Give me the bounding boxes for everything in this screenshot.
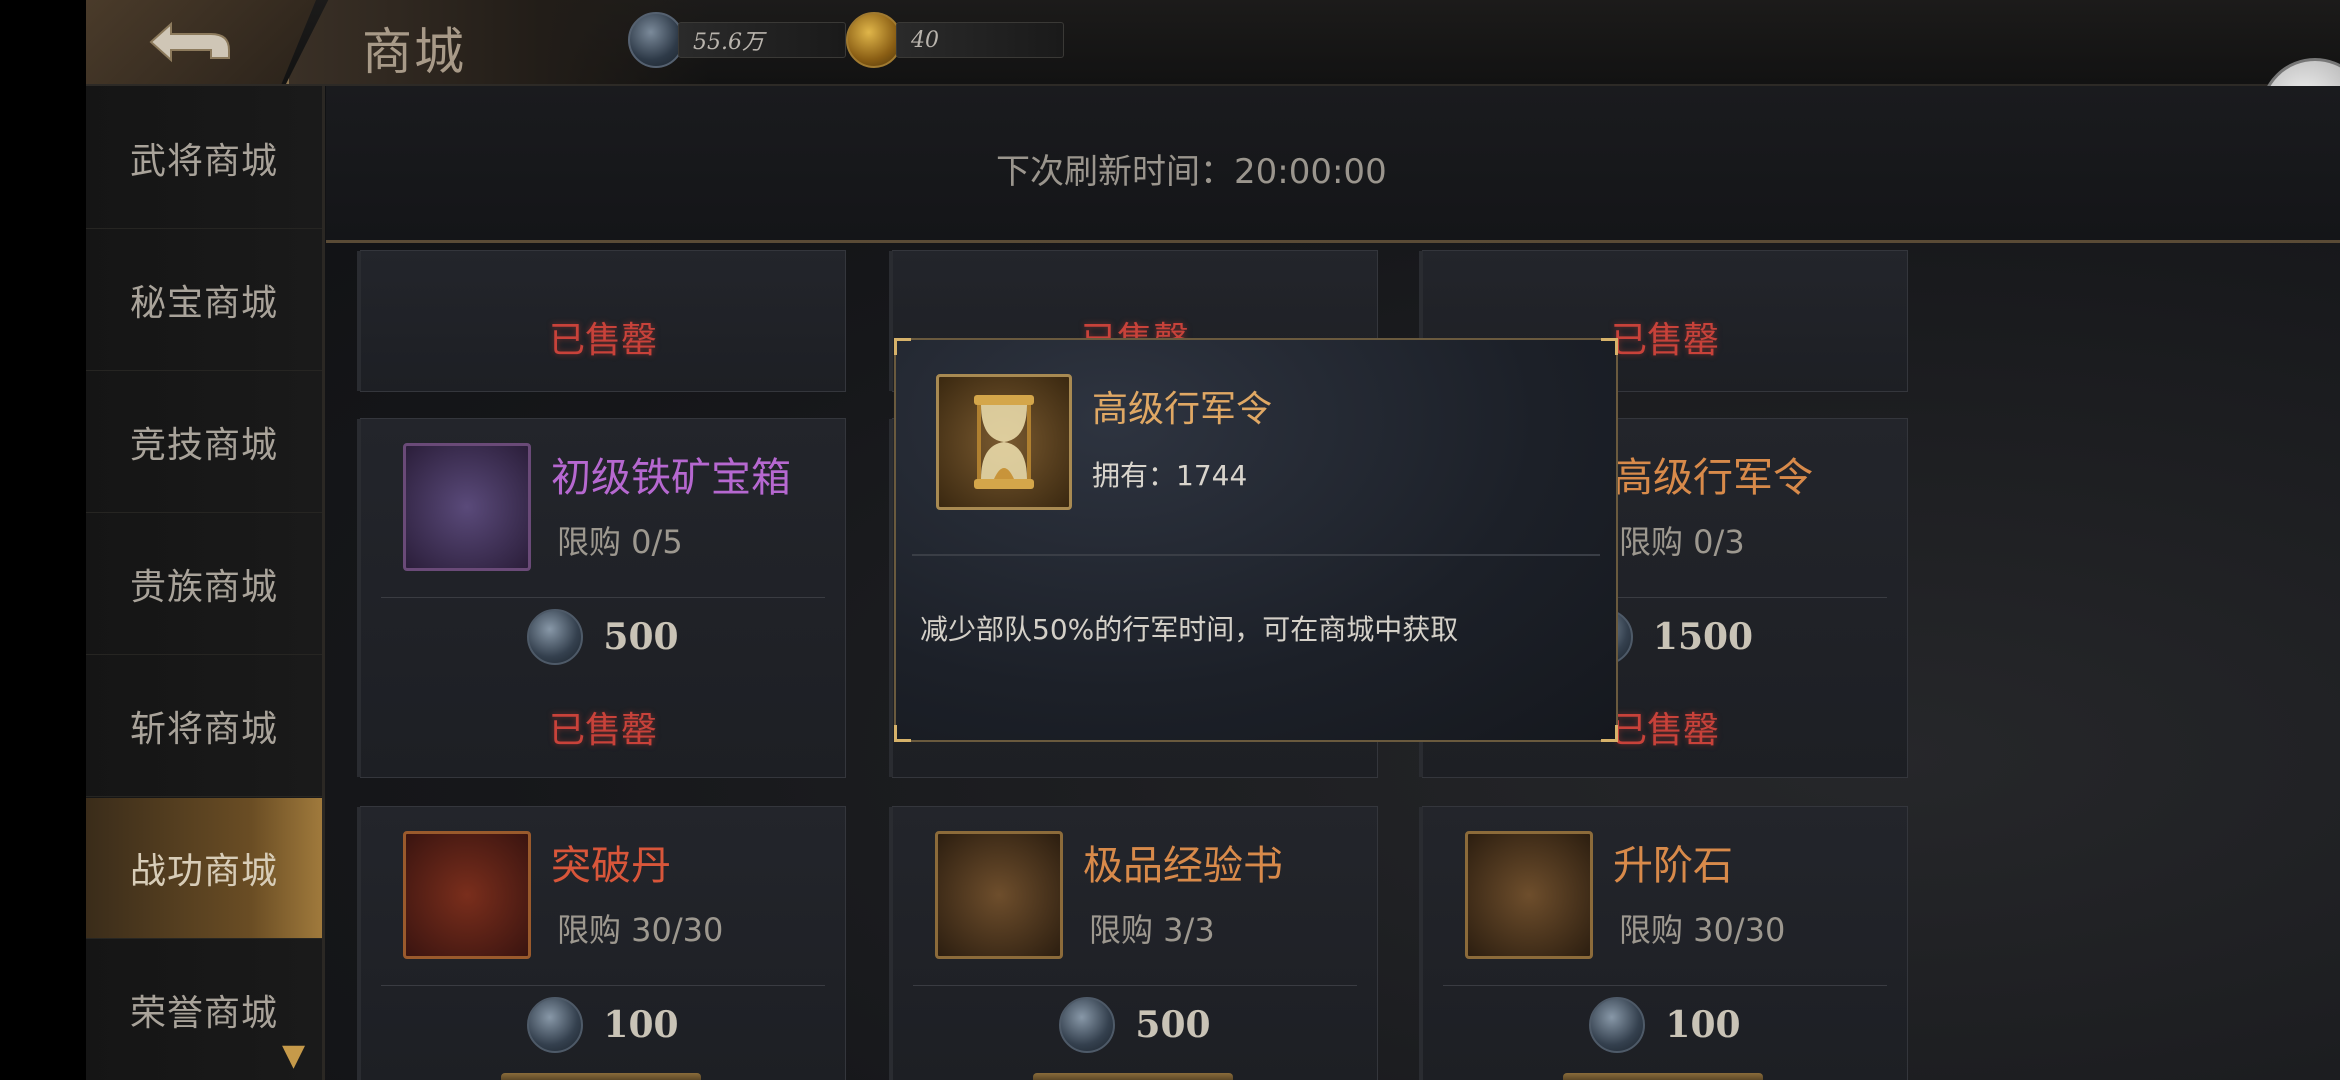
price: 100 [361,997,845,1053]
refresh-timer: 下次刷新时间：20:00:00 [996,152,1387,192]
sidebar-item-label: 秘宝商城 [129,283,278,324]
price-value: 500 [1135,1004,1211,1046]
hourglass-icon [936,374,1072,510]
tooltip-description: 减少部队50%的行军时间，可在商城中获取 [920,613,1459,646]
divider [381,985,825,986]
sidebar-item-generals[interactable]: 武将商城 [86,88,322,229]
price-value: 100 [603,1004,679,1046]
page-title: 商城 [362,23,466,81]
buy-button[interactable] [1033,1073,1233,1080]
price: 100 [1423,997,1907,1053]
sold-out-label: 已售罄 [548,710,657,751]
coin-icon [527,997,584,1053]
golden-orb-icon [403,831,531,959]
shop-card[interactable]: 已售罄 [357,250,846,392]
currency-coin: 55.6万 [628,12,846,68]
sidebar: 武将商城 秘宝商城 竞技商城 贵族商城 斩将商城 战功商城 荣誉商城 ▼ [86,86,325,1080]
sidebar-item-label: 竞技商城 [129,425,278,466]
corner-ornament [1601,725,1618,742]
sidebar-item-label: 武将商城 [129,141,278,182]
item-name: 升阶石 [1613,843,1733,889]
sidebar-item-label: 斩将商城 [129,709,278,750]
price-value: 1500 [1652,616,1754,658]
corner-ornament [894,338,911,355]
shop-card[interactable]: 突破丹 限购 30/30 100 [357,806,846,1080]
shop-card[interactable]: 初级铁矿宝箱 限购 0/5 500 已售罄 [357,418,846,778]
divider [913,985,1357,986]
top-bar: 商城 55.6万 40 [86,0,2340,86]
item-tooltip: 高级行军令 拥有：1744 减少部队50%的行军时间，可在商城中获取 [894,338,1618,742]
chevron-down-icon[interactable]: ▼ [282,1038,305,1073]
sidebar-item-label: 荣誉商城 [129,993,278,1034]
item-name: 初级铁矿宝箱 [551,455,791,501]
tooltip-title: 高级行军令 [1092,389,1273,430]
shop-card[interactable]: 极品经验书 限购 3/3 500 [889,806,1378,1080]
sidebar-item-label: 贵族商城 [129,567,278,608]
coin-amount: 55.6万 [678,22,846,58]
item-name: 极品经验书 [1083,843,1283,889]
sidebar-item-label: 战功商城 [129,851,278,892]
price: 500 [893,997,1377,1053]
gear-amount: 40 [896,22,1064,58]
back-arrow-icon [149,21,230,63]
buy-button[interactable] [501,1073,701,1080]
scroll-book-icon [935,831,1063,959]
ore-chest-icon [403,443,531,571]
sidebar-item-arena[interactable]: 竞技商城 [86,372,322,513]
tooltip-owned: 拥有：1744 [1092,459,1248,492]
purchase-limit: 限购 30/30 [1619,911,1786,949]
coin-icon [628,12,684,68]
back-button[interactable] [86,0,316,84]
coin-icon [527,609,584,665]
item-name: 突破丹 [551,843,671,889]
price-value: 100 [1665,1004,1741,1046]
item-name: 高级行军令 [1613,455,1813,501]
purchase-limit: 限购 30/30 [557,911,724,949]
sidebar-item-noble[interactable]: 贵族商城 [86,514,322,655]
divider [912,554,1600,556]
purchase-limit: 限购 0/5 [557,523,683,561]
sold-out-label: 已售罄 [548,320,657,361]
shop-card[interactable]: 升阶石 限购 30/30 100 [1419,806,1908,1080]
price-value: 500 [603,616,679,658]
coin-icon [1059,997,1116,1053]
hourglass-graphic [974,395,1034,489]
sidebar-item-treasure[interactable]: 秘宝商城 [86,230,322,371]
corner-ornament [1601,338,1618,355]
coin-icon [1589,997,1646,1053]
purchase-limit: 限购 3/3 [1089,911,1215,949]
sidebar-item-slay[interactable]: 斩将商城 [86,656,322,797]
purple-crystal-icon [1465,831,1593,959]
purchase-limit: 限购 0/3 [1619,523,1745,561]
gear-coin-icon [846,12,902,68]
corner-ornament [894,725,911,742]
price: 500 [361,609,845,665]
sidebar-item-merit[interactable]: 战功商城 [86,798,322,939]
divider [1443,985,1887,986]
app-window: 商城 55.6万 40 « 武将商城 秘宝商城 竞技商城 贵族商城 斩将商城 战… [86,0,2340,1080]
currency-gear: 40 [846,12,1064,68]
divider [381,597,825,598]
buy-button[interactable] [1563,1073,1763,1080]
